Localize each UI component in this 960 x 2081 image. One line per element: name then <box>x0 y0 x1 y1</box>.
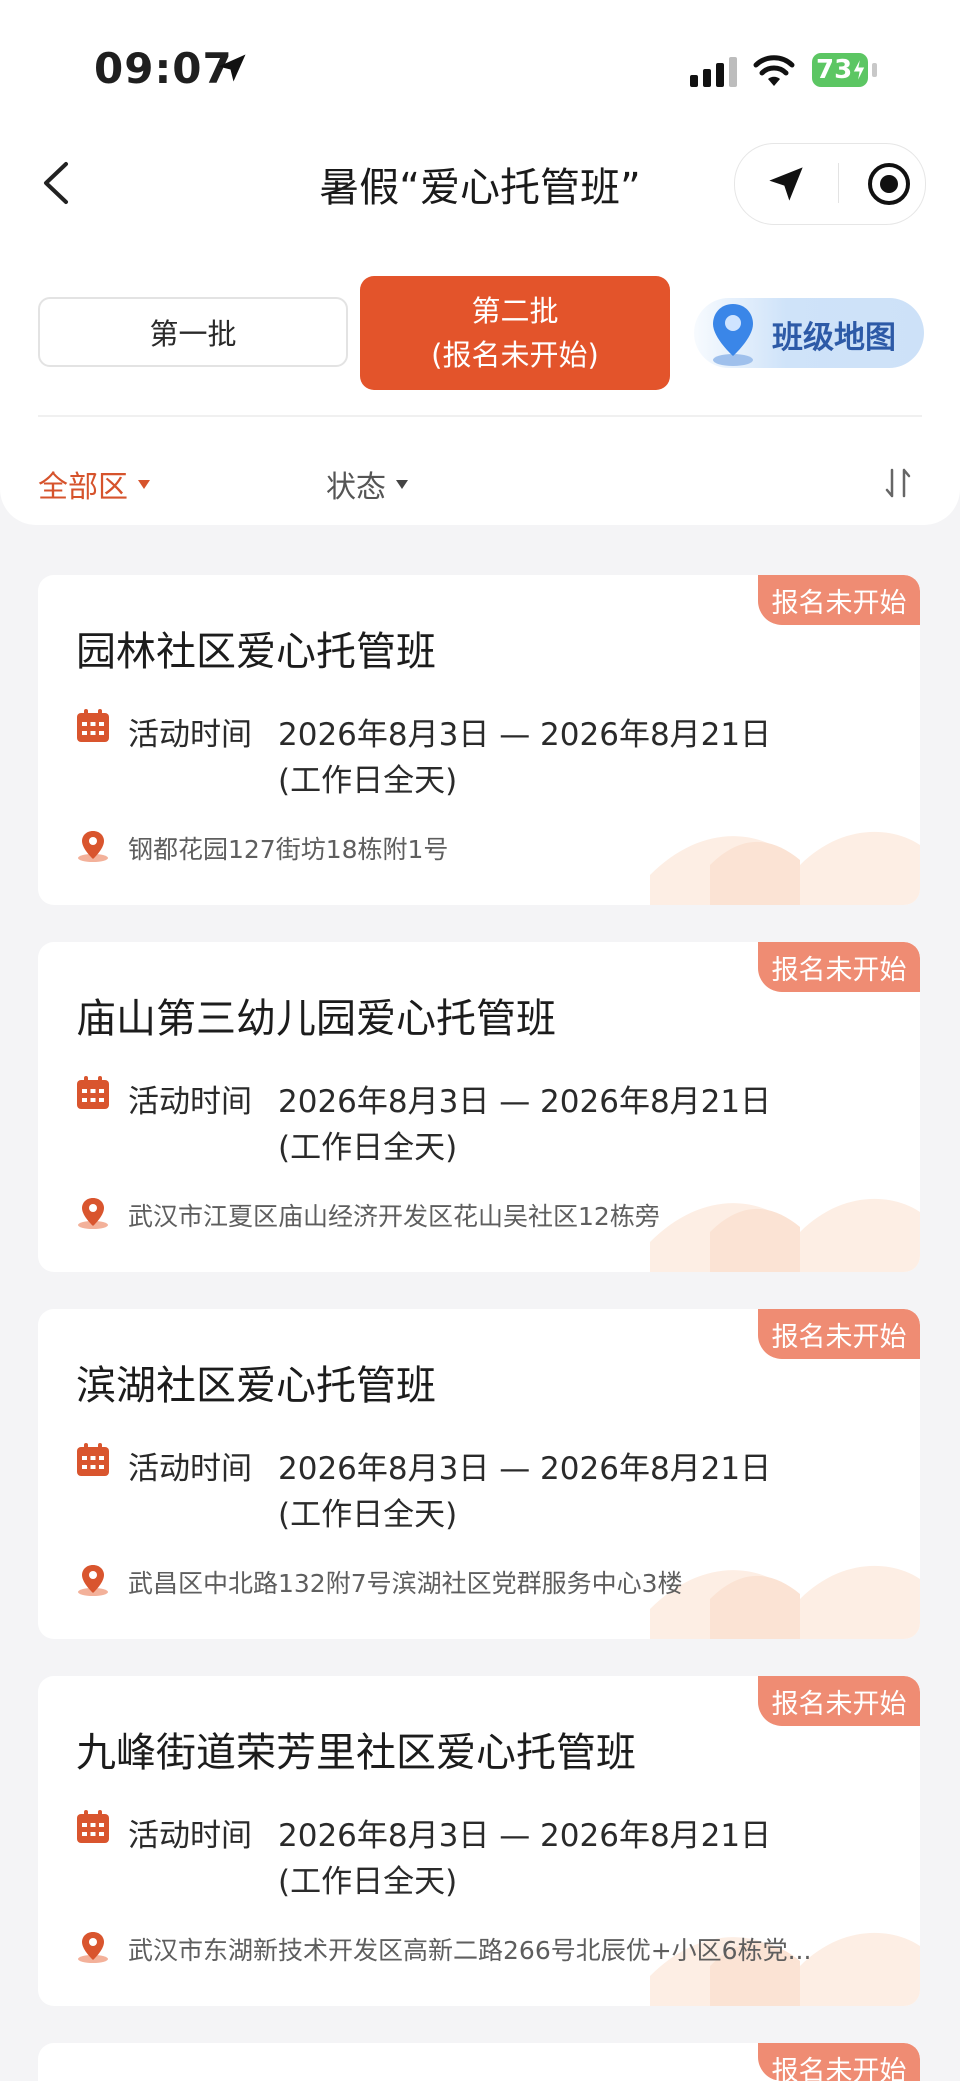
location-pin-icon <box>78 1932 108 1963</box>
status-badge: 报名未开始 <box>758 1309 920 1359</box>
back-chevron-icon[interactable] <box>36 160 76 206</box>
location-pin-icon <box>78 1198 108 1229</box>
status-filter[interactable]: 状态 <box>326 462 408 506</box>
status-badge: 报名未开始 <box>758 942 920 992</box>
address: 武汉市江夏区庙山经济开发区花山吴社区12栋旁 <box>128 1202 660 1231</box>
caret-down-icon <box>396 479 408 489</box>
calendar-icon <box>77 1076 109 1109</box>
time-label: 活动时间 <box>128 717 252 753</box>
status-badge: 报名未开始 <box>758 2043 920 2081</box>
location-pin-icon <box>78 831 108 862</box>
class-card[interactable]: 报名未开始 九峰街道荣芳里社区爱心托管班 活动时间 2026年8月3日 — 20… <box>38 1676 920 2006</box>
status-time: 09:07 <box>94 44 233 93</box>
time-range: 2026年8月3日 — 2026年8月21日 <box>278 1084 772 1120</box>
location-arrow-icon <box>218 54 246 82</box>
class-title: 九峰街道荣芳里社区爱心托管班 <box>76 1730 636 1776</box>
class-card[interactable]: 报名未开始 园林社区爱心托管班 活动时间 2026年8月3日 — 2026年8月… <box>38 575 920 905</box>
time-label: 活动时间 <box>128 1451 252 1487</box>
battery-icon: 73 <box>812 53 868 87</box>
wifi-icon <box>753 55 795 86</box>
location-pin-icon <box>78 1565 108 1596</box>
time-range: 2026年8月3日 — 2026年8月21日 <box>278 717 772 753</box>
calendar-icon <box>77 1443 109 1476</box>
address: 钢都花园127街坊18栋附1号 <box>128 835 449 864</box>
class-title: 庙山第三幼儿园爱心托管班 <box>76 996 556 1042</box>
signal-icon <box>690 57 737 87</box>
time-range: 2026年8月3日 — 2026年8月21日 <box>278 1818 772 1854</box>
time-note: (工作日全天) <box>278 1864 458 1900</box>
tab-batch-2-status: (报名未开始) <box>431 338 599 372</box>
page-title: 暑假“爱心托管班” <box>319 165 641 211</box>
class-card[interactable]: 报名未开始 庙山第三幼儿园爱心托管班 活动时间 2026年8月3日 — 2026… <box>38 942 920 1272</box>
battery-cap <box>872 63 877 77</box>
target-icon[interactable] <box>866 161 912 207</box>
calendar-icon <box>77 1810 109 1843</box>
time-note: (工作日全天) <box>278 1130 458 1166</box>
status-filter-label: 状态 <box>326 470 386 505</box>
class-card[interactable]: 报名未开始 <box>38 2043 920 2081</box>
caret-down-icon <box>138 479 150 489</box>
tab-batch-2[interactable]: 第二批 (报名未开始) <box>360 276 670 390</box>
class-title: 滨湖社区爱心托管班 <box>76 1363 436 1409</box>
district-filter[interactable]: 全部区 <box>38 462 150 506</box>
district-filter-label: 全部区 <box>38 470 128 505</box>
status-badge: 报名未开始 <box>758 1676 920 1726</box>
map-pin-icon <box>713 304 753 366</box>
tab-batch-1[interactable]: 第一批 <box>38 297 348 367</box>
status-badge: 报名未开始 <box>758 575 920 625</box>
address: 武汉市东湖新技术开发区高新二路266号北辰优+小区6栋党... <box>128 1936 812 1965</box>
calendar-icon <box>77 709 109 742</box>
time-label: 活动时间 <box>128 1084 252 1120</box>
divider <box>38 415 922 417</box>
location-arrow-icon[interactable] <box>766 164 806 204</box>
time-label: 活动时间 <box>128 1818 252 1854</box>
sort-icon[interactable] <box>884 466 912 500</box>
class-title: 园林社区爱心托管班 <box>76 629 436 675</box>
class-card[interactable]: 报名未开始 滨湖社区爱心托管班 活动时间 2026年8月3日 — 2026年8月… <box>38 1309 920 1639</box>
tab-batch-1-label: 第一批 <box>149 317 237 351</box>
capsule-divider <box>838 163 839 203</box>
time-note: (工作日全天) <box>278 1497 458 1533</box>
tab-batch-2-label: 第二批 <box>471 294 559 328</box>
time-note: (工作日全天) <box>278 763 458 799</box>
address: 武昌区中北路132附7号滨湖社区党群服务中心3楼 <box>128 1569 683 1598</box>
time-range: 2026年8月3日 — 2026年8月21日 <box>278 1451 772 1487</box>
battery-level: 73 <box>816 55 853 85</box>
bolt-icon <box>852 57 866 83</box>
class-map-label[interactable]: 班级地图 <box>772 312 896 357</box>
